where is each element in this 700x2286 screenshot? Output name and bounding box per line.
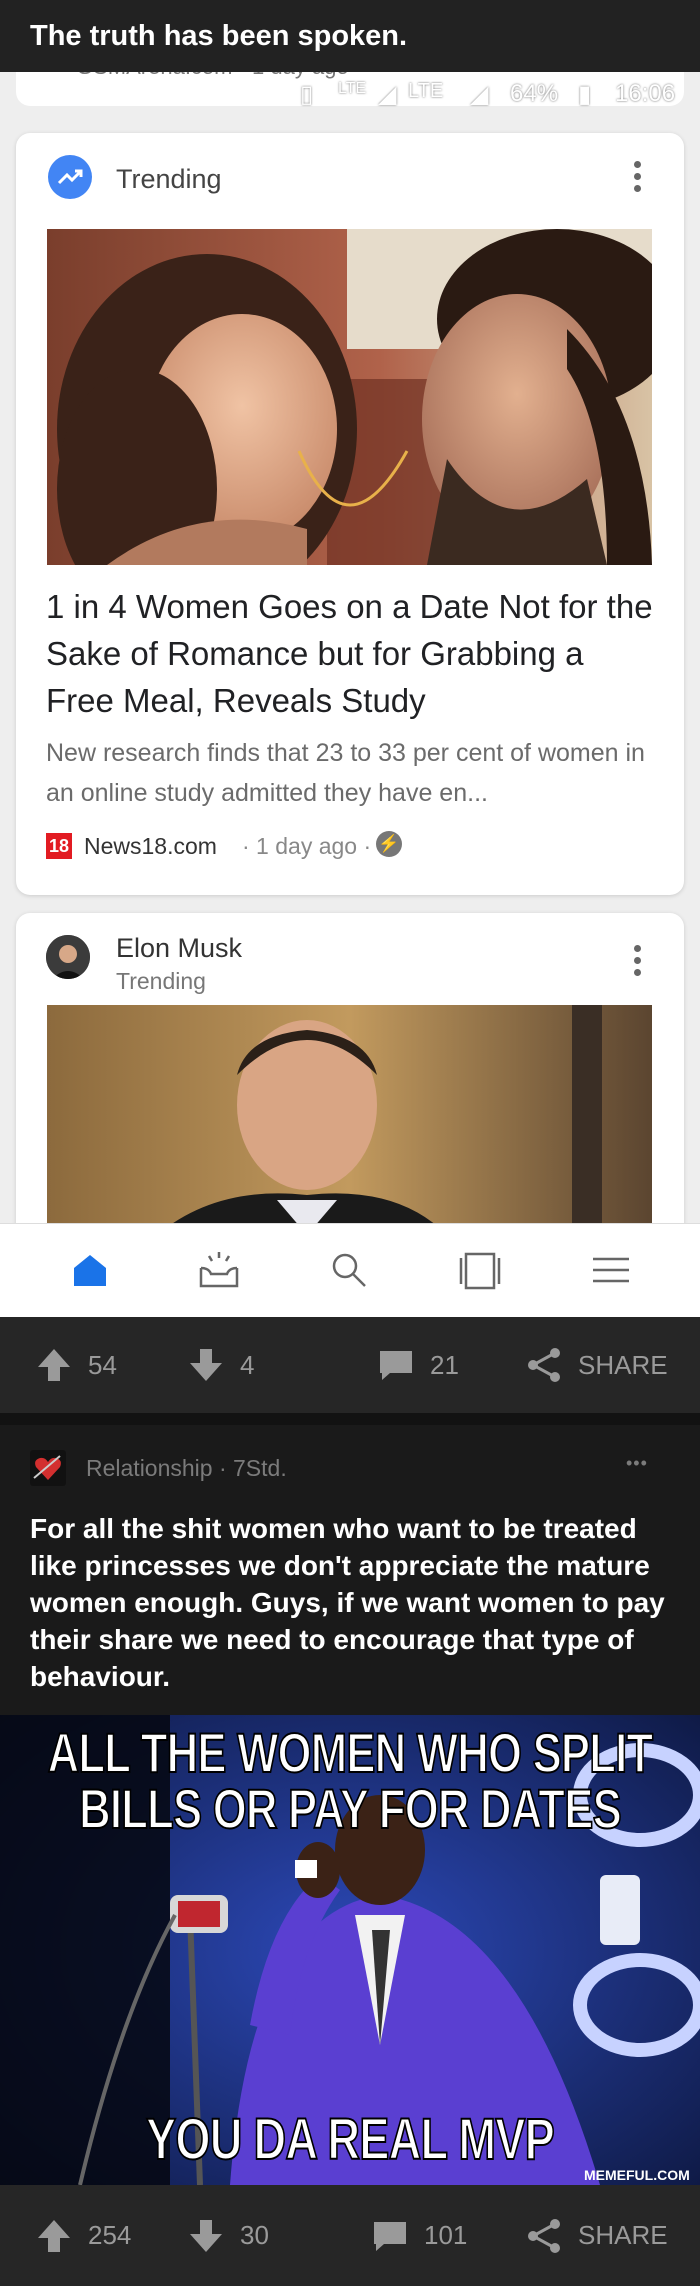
share-label: SHARE bbox=[578, 2220, 668, 2250]
bottom-nav bbox=[0, 1223, 700, 1317]
share-icon bbox=[528, 1348, 560, 1382]
comments-button[interactable]: 21 bbox=[376, 1317, 459, 1413]
share-button[interactable]: SHARE bbox=[524, 1317, 668, 1413]
network-label: LTE bbox=[338, 80, 367, 97]
article-headline[interactable]: 1 in 4 Women Goes on a Date Not for the … bbox=[46, 583, 656, 724]
downvote-count: 30 bbox=[240, 2220, 269, 2250]
watermark: MEMEFUL.COM bbox=[584, 2167, 690, 2183]
more-options-button[interactable]: ••• bbox=[626, 1453, 648, 1474]
downvote-count: 4 bbox=[240, 1349, 255, 1380]
post: Relationship · 7Std. ••• For all the shi… bbox=[0, 1425, 700, 1715]
post-image[interactable]: GSMArena.com · 1 day ago ▯ LTE ◢ LTE ◢ 6… bbox=[0, 60, 700, 1317]
recent-icon[interactable] bbox=[454, 1244, 506, 1296]
arrow-down-icon bbox=[190, 1349, 222, 1381]
signal2-icon: ◢ bbox=[470, 81, 489, 108]
category-icon[interactable] bbox=[30, 1450, 66, 1486]
battery-icon: ▮ bbox=[578, 81, 592, 108]
article-photo[interactable] bbox=[47, 229, 652, 565]
news-card[interactable]: Trending 1 in 4 Women Goes on a Date Not… bbox=[16, 133, 684, 895]
vibrate-icon: ▯ bbox=[300, 81, 314, 108]
arrow-up-icon bbox=[38, 1349, 70, 1381]
battery-label: 64% bbox=[510, 80, 559, 107]
updates-icon[interactable] bbox=[193, 1244, 245, 1296]
post-image[interactable]: ALL THE WOMEN WHO SPLIT BILLS OR PAY FOR… bbox=[0, 1715, 700, 2185]
meme-bottom-text: YOU DA REAL MVP bbox=[145, 2107, 555, 2172]
upvote-button[interactable]: 54 bbox=[34, 1317, 117, 1413]
signal-icon: ◢ bbox=[378, 81, 397, 108]
comments-button[interactable]: 101 bbox=[370, 2185, 467, 2286]
comment-count: 101 bbox=[424, 2220, 468, 2250]
card-menu-button[interactable] bbox=[634, 945, 642, 981]
upvote-count: 254 bbox=[88, 2220, 132, 2250]
card-title: Elon Musk bbox=[116, 933, 243, 963]
post-action-bar: 254 30 101 SHARE bbox=[0, 2185, 700, 2286]
source-logo: 18 bbox=[46, 833, 72, 859]
home-icon[interactable] bbox=[64, 1244, 116, 1296]
downvote-button[interactable]: 4 bbox=[186, 1317, 254, 1413]
upvote-count: 54 bbox=[88, 1349, 117, 1380]
article-age: · 1 day ago · bbox=[242, 833, 372, 859]
amp-icon: ⚡ bbox=[376, 831, 402, 857]
card-subtitle: Trending bbox=[116, 968, 206, 994]
upvote-button[interactable]: 254 bbox=[34, 2185, 131, 2286]
post-title[interactable]: For all the shit women who want to be tr… bbox=[30, 1510, 670, 1695]
menu-icon[interactable] bbox=[585, 1244, 637, 1296]
share-icon bbox=[528, 2218, 560, 2253]
card-menu-button[interactable] bbox=[634, 161, 642, 197]
article-source: News18.com bbox=[84, 833, 217, 859]
search-icon[interactable] bbox=[323, 1244, 375, 1296]
clock: 16:06 bbox=[615, 80, 676, 107]
article-snippet: New research finds that 23 to 33 per cen… bbox=[46, 739, 645, 807]
meme-top-text: ALL THE WOMEN WHO SPLIT BILLS OR PAY FOR… bbox=[47, 1721, 654, 1840]
post-action-bar: 54 4 21 SHARE bbox=[0, 1317, 700, 1413]
share-button[interactable]: SHARE bbox=[524, 2185, 668, 2286]
post-title: The truth has been spoken. bbox=[0, 0, 700, 72]
comment-icon bbox=[374, 2221, 406, 2251]
comment-icon bbox=[380, 1351, 412, 1380]
post-separator bbox=[0, 1413, 700, 1425]
comment-count: 21 bbox=[430, 1349, 459, 1380]
avatar bbox=[46, 935, 90, 979]
share-label: SHARE bbox=[578, 1349, 668, 1380]
arrow-down-icon bbox=[190, 2219, 222, 2252]
network2-label: LTE bbox=[408, 80, 444, 102]
post-category[interactable]: Relationship · 7Std. bbox=[86, 1455, 287, 1482]
article-photo[interactable] bbox=[47, 1005, 652, 1235]
arrow-up-icon bbox=[38, 2219, 70, 2252]
trending-icon bbox=[48, 155, 92, 199]
card-label: Trending bbox=[116, 164, 222, 194]
downvote-button[interactable]: 30 bbox=[186, 2185, 269, 2286]
